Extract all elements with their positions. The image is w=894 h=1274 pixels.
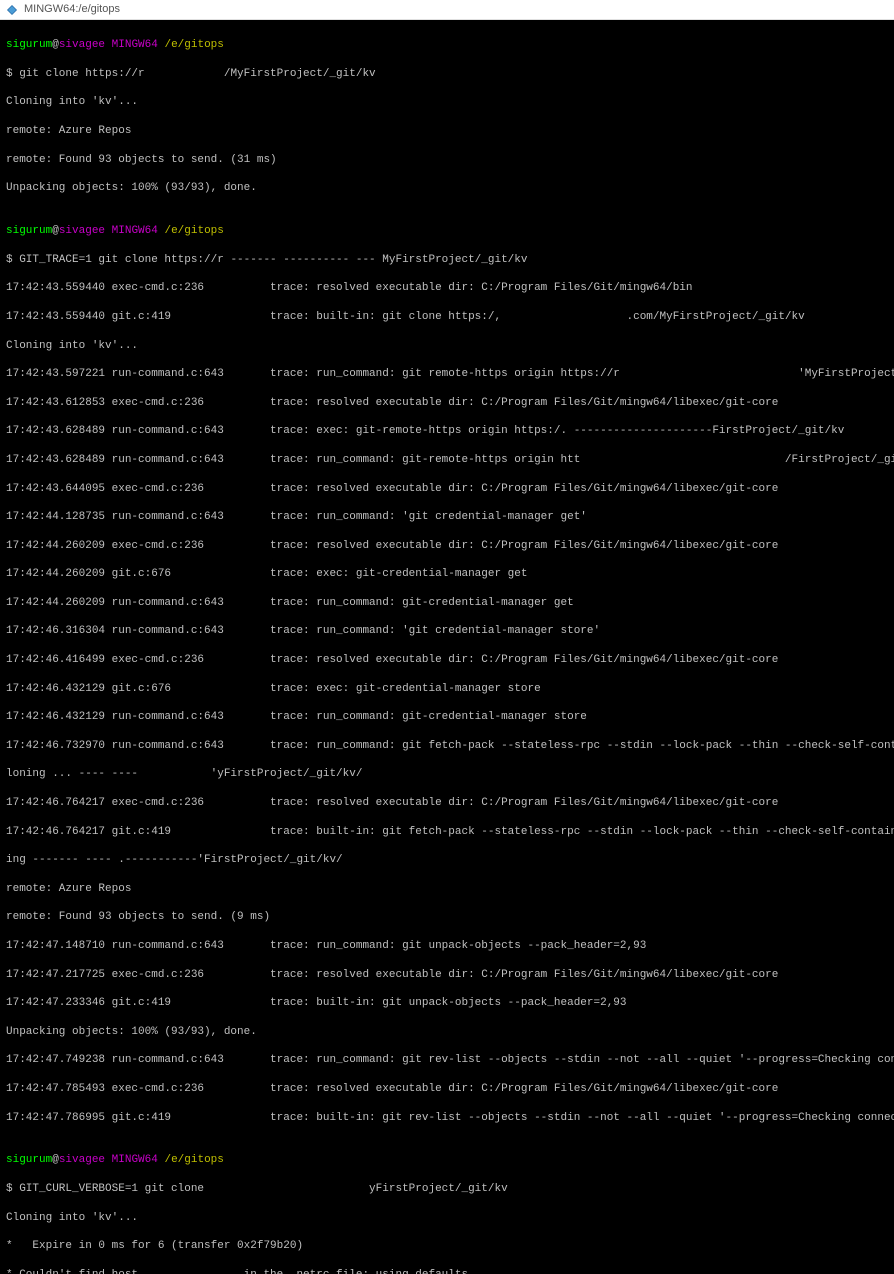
output-line: 17:42:47.217725 exec-cmd.c:236 trace: re… [6, 968, 888, 982]
command-line: $ git clone https://r /MyFirstProject/_g… [6, 67, 888, 81]
output-line: Unpacking objects: 100% (93/93), done. [6, 1025, 888, 1039]
output-line: remote: Found 93 objects to send. (9 ms) [6, 910, 888, 924]
output-line: 17:42:43.559440 exec-cmd.c:236 trace: re… [6, 281, 888, 295]
prompt-env: MINGW64 [105, 39, 164, 51]
output-line: * Couldn't find host in the _netrc file;… [6, 1268, 888, 1274]
output-line: Cloning into 'kv'... [6, 95, 888, 109]
output-line: 17:42:44.260209 exec-cmd.c:236 trace: re… [6, 539, 888, 553]
output-line: 17:42:46.764217 git.c:419 trace: built-i… [6, 825, 888, 839]
prompt-line: sigurum@sivagee MINGW64 /e/gitops [6, 1153, 888, 1167]
output-line: remote: Azure Repos [6, 124, 888, 138]
prompt-path: /e/gitops [164, 39, 223, 51]
output-line: loning ... ---- ---- 'yFirstProject/_git… [6, 767, 888, 781]
prompt-line: sigurum@sivagee MINGW64 /e/gitops [6, 224, 888, 238]
output-line: 17:42:43.644095 exec-cmd.c:236 trace: re… [6, 482, 888, 496]
output-line: 17:42:43.597221 run-command.c:643 trace:… [6, 367, 888, 381]
output-line: 17:42:43.612853 exec-cmd.c:236 trace: re… [6, 396, 888, 410]
terminal-output[interactable]: sigurum@sivagee MINGW64 /e/gitops $ git … [0, 20, 894, 1274]
output-line: remote: Azure Repos [6, 882, 888, 896]
output-line: 17:42:47.749238 run-command.c:643 trace:… [6, 1053, 888, 1067]
output-line: 17:42:44.128735 run-command.c:643 trace:… [6, 510, 888, 524]
output-line: 17:42:44.260209 run-command.c:643 trace:… [6, 596, 888, 610]
output-line: Cloning into 'kv'... [6, 339, 888, 353]
prompt-host: sivagee [59, 39, 105, 51]
prompt-line: sigurum@sivagee MINGW64 /e/gitops [6, 38, 888, 52]
mingw-icon [6, 4, 18, 16]
output-line: 17:42:46.416499 exec-cmd.c:236 trace: re… [6, 653, 888, 667]
command-line: $ GIT_TRACE=1 git clone https://r ------… [6, 253, 888, 267]
output-line: 17:42:43.628489 run-command.c:643 trace:… [6, 424, 888, 438]
output-line: Unpacking objects: 100% (93/93), done. [6, 181, 888, 195]
window-title: MINGW64:/e/gitops [24, 2, 120, 16]
window-title-bar: MINGW64:/e/gitops [0, 0, 894, 20]
prompt-user: sigurum [6, 39, 52, 51]
command-line: $ GIT_CURL_VERBOSE=1 git clone yFirstPro… [6, 1182, 888, 1196]
output-line: 17:42:47.786995 git.c:419 trace: built-i… [6, 1111, 888, 1125]
output-line: Cloning into 'kv'... [6, 1211, 888, 1225]
output-line: 17:42:46.732970 run-command.c:643 trace:… [6, 739, 888, 753]
output-line: 17:42:47.148710 run-command.c:643 trace:… [6, 939, 888, 953]
output-line: 17:42:47.233346 git.c:419 trace: built-i… [6, 996, 888, 1010]
output-line: 17:42:47.785493 exec-cmd.c:236 trace: re… [6, 1082, 888, 1096]
output-line: ing ------- ---- .-----------'FirstProje… [6, 853, 888, 867]
output-line: 17:42:43.559440 git.c:419 trace: built-i… [6, 310, 888, 324]
output-line: 17:42:43.628489 run-command.c:643 trace:… [6, 453, 888, 467]
output-line: remote: Found 93 objects to send. (31 ms… [6, 153, 888, 167]
output-line: 17:42:46.764217 exec-cmd.c:236 trace: re… [6, 796, 888, 810]
output-line: 17:42:46.432129 run-command.c:643 trace:… [6, 710, 888, 724]
output-line: 17:42:44.260209 git.c:676 trace: exec: g… [6, 567, 888, 581]
output-line: 17:42:46.432129 git.c:676 trace: exec: g… [6, 682, 888, 696]
output-line: * Expire in 0 ms for 6 (transfer 0x2f79b… [6, 1239, 888, 1253]
